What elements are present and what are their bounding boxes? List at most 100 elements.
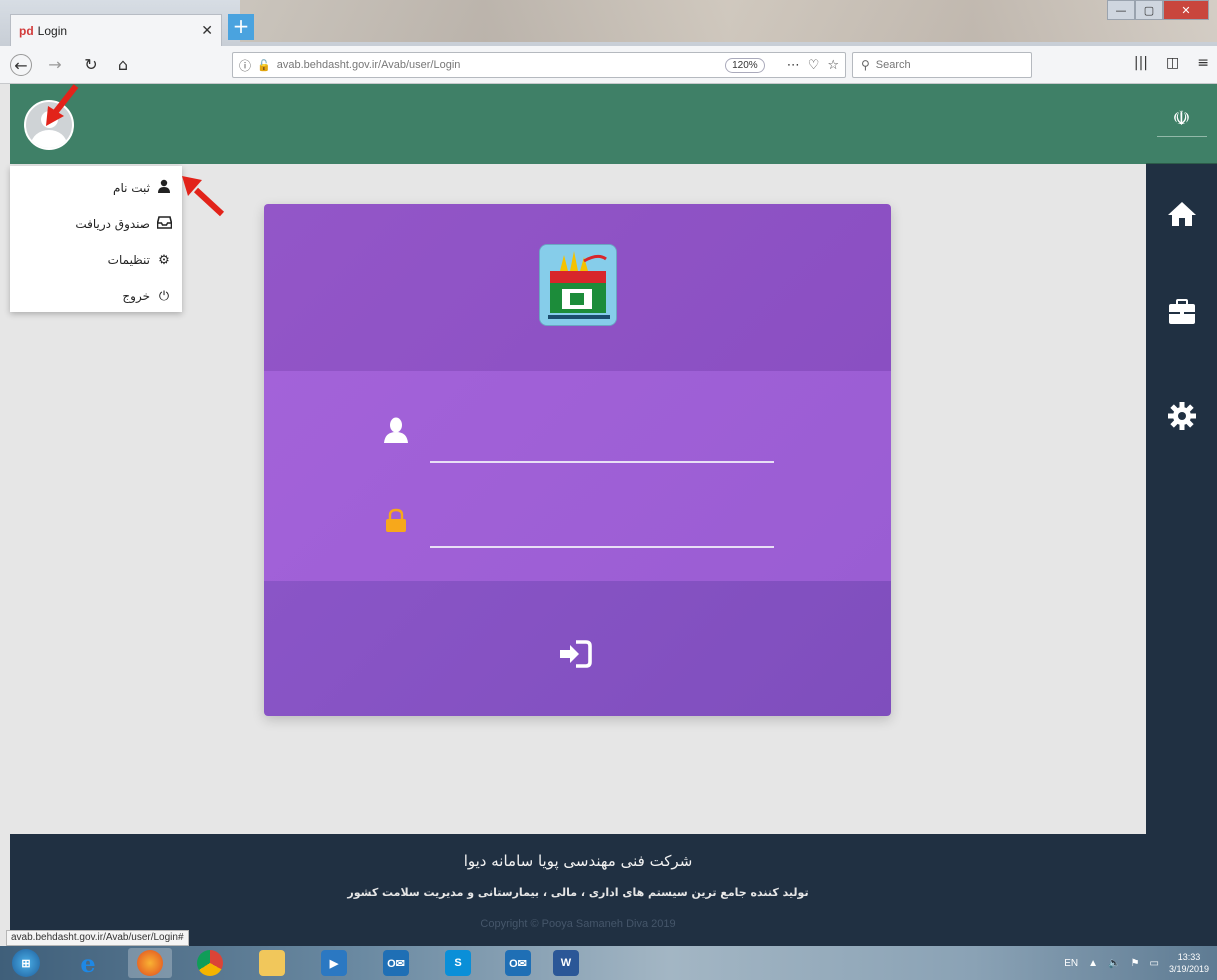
login-card: [264, 204, 891, 716]
url-text[interactable]: avab.behdasht.gov.ir/Avab/user/Login: [277, 59, 725, 71]
menu-item-label: صندوق دریافت: [75, 217, 150, 231]
media-player-icon: ▶: [321, 950, 347, 976]
close-window-button[interactable]: ✕: [1163, 0, 1209, 20]
user-icon: [384, 417, 408, 443]
annotation-arrow-avatar: [46, 84, 79, 126]
language-indicator[interactable]: EN: [1064, 958, 1078, 969]
window-controls: — ▢ ✕: [1107, 0, 1209, 22]
search-input[interactable]: [875, 59, 1006, 71]
sign-in-icon: [560, 640, 592, 668]
library-icon[interactable]: |||: [1134, 55, 1148, 71]
emblem-caption: [1156, 135, 1207, 142]
company-tagline: تولید کننده جامع ترین سیستم های اداری ، …: [347, 886, 809, 899]
inbox-icon: [154, 215, 174, 233]
lock-icon: [384, 507, 408, 533]
iran-emblem-logo: ☫: [1146, 84, 1217, 164]
taskbar-media[interactable]: ▶: [312, 948, 356, 978]
firefox-icon: [137, 950, 163, 976]
windows-logo-icon: ⊞: [12, 949, 40, 977]
toolbar-right: ||| ◫ ≡: [1134, 55, 1209, 71]
word-icon: W: [553, 950, 579, 976]
copyright-text: Copyright © Pooya Samaneh Diva 2019: [480, 918, 676, 930]
menu-item-settings[interactable]: ⚙ تنظیمات: [10, 242, 182, 278]
forward-icon[interactable]: →: [44, 54, 66, 76]
user-icon: [154, 179, 174, 197]
sign-in-button[interactable]: [556, 636, 596, 672]
taskbar-chrome[interactable]: [188, 948, 232, 978]
browser-tab[interactable]: pd Login ✕: [10, 14, 222, 46]
clock[interactable]: 13:33 3/19/2019: [1169, 951, 1209, 975]
action-center-flag-icon[interactable]: ⚑: [1131, 958, 1140, 969]
taskbar-word[interactable]: W: [544, 948, 588, 978]
tray-expand-icon[interactable]: ▲: [1088, 958, 1098, 969]
taskbar-ie[interactable]: e: [66, 948, 110, 978]
address-bar[interactable]: ⓘ 🔓 avab.behdasht.gov.ir/Avab/user/Login…: [232, 52, 846, 78]
gear-icon[interactable]: [1166, 400, 1198, 432]
login-card-header: [264, 204, 891, 371]
menu-item-register[interactable]: ثبت نام: [10, 170, 182, 206]
username-underline: [430, 461, 774, 463]
browser-tab-bar: pd Login ✕ + — ▢ ✕: [0, 0, 1217, 46]
volume-icon[interactable]: 🔈: [1108, 958, 1120, 969]
page-actions-icon[interactable]: ⋯: [787, 58, 800, 73]
taskbar-outlook-1[interactable]: O✉: [374, 948, 418, 978]
login-form: [264, 371, 891, 581]
window-title-background: [240, 0, 1217, 42]
search-box[interactable]: ⚲: [852, 52, 1032, 78]
new-tab-button[interactable]: +: [228, 14, 254, 40]
password-underline: [430, 546, 774, 548]
taskbar-explorer[interactable]: [250, 948, 294, 978]
tab-close-icon[interactable]: ✕: [201, 23, 213, 39]
company-name: شرکت فنی مهندسی پویا سامانه دیوا: [463, 852, 693, 870]
menu-item-inbox[interactable]: صندوق دریافت: [10, 206, 182, 242]
back-icon[interactable]: ←: [10, 54, 32, 76]
home-icon[interactable]: ⌂: [112, 54, 134, 76]
outlook-icon: O✉: [383, 950, 409, 976]
clock-time: 13:33: [1177, 952, 1201, 962]
search-icon: ⚲: [861, 58, 870, 72]
chrome-icon: [197, 950, 223, 976]
taskbar-outlook-2[interactable]: O✉: [496, 948, 540, 978]
annotation-arrow-register: [182, 176, 225, 217]
user-dropdown-menu: ثبت نام صندوق دریافت ⚙ تنظیمات ⏻ خروج: [10, 166, 182, 312]
outlook-icon: O✉: [505, 950, 531, 976]
clock-date: 3/19/2019: [1168, 964, 1209, 974]
password-input[interactable]: [430, 513, 774, 547]
network-icon[interactable]: ▭: [1150, 958, 1159, 969]
folder-icon: [259, 950, 285, 976]
username-input[interactable]: [430, 427, 774, 461]
windows-taskbar: ⊞ e ▶ O✉ S O✉ W EN ▲ 🔈 ⚑ ▭ 13:33 3/19/20…: [0, 946, 1217, 980]
minimize-button[interactable]: —: [1107, 0, 1135, 20]
avatar-body: [31, 130, 67, 148]
site-favicon-icon: pd: [19, 23, 34, 38]
bookmark-star-icon[interactable]: ☆: [827, 58, 839, 73]
briefcase-icon[interactable]: [1166, 296, 1198, 328]
taskbar-firefox[interactable]: [128, 948, 172, 978]
status-bar-url: avab.behdasht.gov.ir/Avab/user/Login#: [6, 930, 189, 946]
internet-explorer-icon: e: [80, 948, 96, 978]
zoom-level[interactable]: 120%: [725, 57, 765, 73]
insecure-lock-icon[interactable]: 🔓: [257, 59, 271, 72]
tab-title: Login: [37, 23, 68, 38]
emblem-icon: ☫: [1172, 105, 1191, 130]
menu-item-logout[interactable]: ⏻ خروج: [10, 278, 182, 314]
gear-icon: ⚙: [158, 252, 170, 268]
sidebar-toggle-icon[interactable]: ◫: [1166, 55, 1179, 71]
menu-item-label: تنظیمات: [107, 253, 150, 267]
taskbar-skype[interactable]: S: [436, 948, 480, 978]
menu-item-label: خروج: [122, 289, 150, 303]
skype-icon: S: [445, 950, 471, 976]
maximize-button[interactable]: ▢: [1135, 0, 1163, 20]
start-button[interactable]: ⊞: [4, 948, 48, 978]
menu-item-label: ثبت نام: [113, 181, 150, 195]
system-tray: EN ▲ 🔈 ⚑ ▭ 13:33 3/19/2019: [1064, 946, 1209, 980]
site-info-icon[interactable]: ⓘ: [239, 57, 251, 74]
organization-logo: [539, 244, 617, 326]
home-icon[interactable]: [1166, 198, 1198, 230]
reload-icon[interactable]: ↻: [80, 54, 102, 76]
browser-nav-bar: ← → ↻ ⌂ ⓘ 🔓 avab.behdasht.gov.ir/Avab/us…: [0, 46, 1217, 84]
pocket-icon[interactable]: ♡: [808, 58, 820, 73]
menu-icon[interactable]: ≡: [1197, 55, 1209, 71]
power-icon: ⏻: [158, 288, 170, 304]
right-sidebar: ☫: [1146, 84, 1217, 946]
